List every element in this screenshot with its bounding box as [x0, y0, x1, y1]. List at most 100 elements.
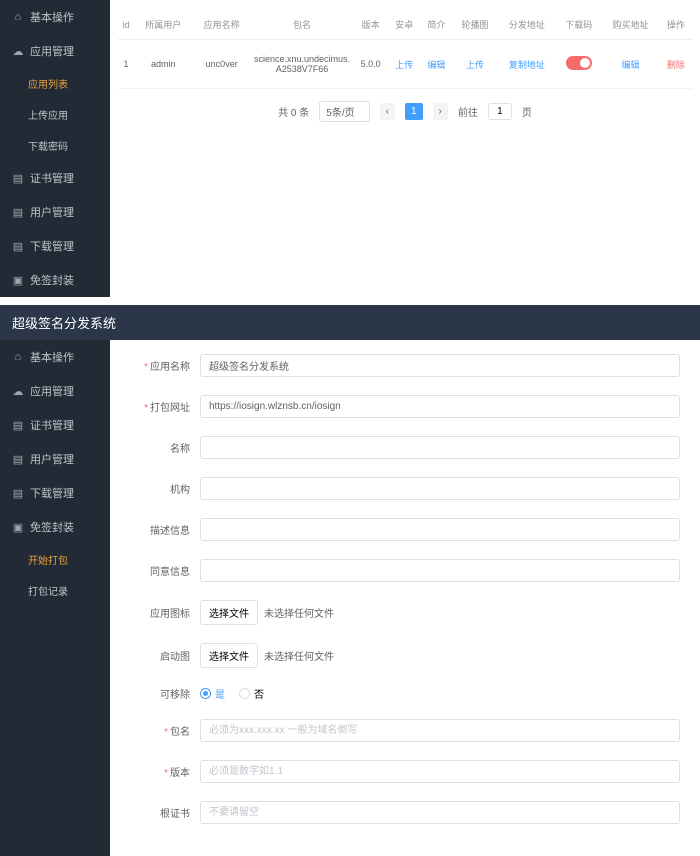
user-icon: ▤ [12, 206, 24, 218]
radio-yes[interactable]: 是 [200, 686, 225, 701]
sidebar-label: 用户管理 [30, 204, 74, 220]
lbl-cert: 根证书 [160, 809, 190, 820]
th-name: 应用名称 [192, 10, 250, 40]
link-delete[interactable]: 删除 [667, 60, 685, 70]
input-cert[interactable] [200, 801, 680, 824]
cert-icon: ▤ [12, 419, 24, 431]
pager-next[interactable]: › [433, 103, 448, 120]
sidebar-item-basic[interactable]: ⌂ 基本操作 [0, 0, 110, 34]
th-android: 安卓 [388, 10, 420, 40]
lbl-removable: 可移除 [160, 690, 190, 701]
file-text-launch: 未选择任何文件 [264, 648, 334, 663]
sidebar-item-cert[interactable]: ▤ 证书管理 [0, 161, 110, 195]
app-table: id 所属用户 应用名称 包名 版本 安卓 简介 轮播图 分发地址 下载码 购买… [118, 10, 692, 89]
sidebar-sub-startpack[interactable]: 开始打包 [0, 544, 110, 575]
pagination: 共 0 条 5条/页 ‹ 1 › 前往 页 [118, 89, 692, 134]
package-icon: ▣ [12, 521, 24, 533]
sidebar-item-apps[interactable]: ☁ 应用管理 [0, 374, 110, 408]
input-pkgname[interactable] [200, 719, 680, 742]
cell-user: admin [134, 40, 192, 89]
cert-icon: ▤ [12, 172, 24, 184]
sidebar-label: 证书管理 [30, 170, 74, 186]
lbl-launch: 启动图 [160, 652, 190, 663]
lbl-packurl: 打包网址 [150, 403, 190, 414]
sidebar-item-cert[interactable]: ▤ 证书管理 [0, 408, 110, 442]
cell-pkg: science.xnu.undecimus.A2538V7F66 [251, 40, 353, 89]
link-copy-dist[interactable]: 复制地址 [509, 60, 545, 70]
sidebar-sub-dlpwd[interactable]: 下载密码 [0, 130, 110, 161]
sidebar-item-user[interactable]: ▤ 用户管理 [0, 195, 110, 229]
input-appname[interactable] [200, 354, 680, 377]
home-icon: ⌂ [12, 351, 24, 363]
sidebar-sub-packlog[interactable]: 打包记录 [0, 575, 110, 606]
sidebar-sub-upload[interactable]: 上传应用 [0, 99, 110, 130]
pager-goto-label: 前往 [458, 104, 478, 119]
input-org[interactable] [200, 477, 680, 500]
radio-no-label: 否 [254, 686, 264, 701]
pager-size-select[interactable]: 5条/页 [319, 101, 369, 122]
bottom-main: *应用名称 *打包网址 名称 机构 描述信息 同意信息 应用图标 选择文件 未选… [110, 340, 700, 856]
input-packurl[interactable] [200, 395, 680, 418]
user-icon: ▤ [12, 453, 24, 465]
radio-yes-label: 是 [215, 686, 225, 701]
sidebar-item-user[interactable]: ▤ 用户管理 [0, 442, 110, 476]
link-intro-edit[interactable]: 编辑 [427, 60, 445, 70]
pager-unit: 页 [522, 104, 532, 119]
link-android-upload[interactable]: 上传 [395, 60, 413, 70]
input-version[interactable] [200, 760, 680, 783]
input-consent[interactable] [200, 559, 680, 582]
file-text-icon: 未选择任何文件 [264, 605, 334, 620]
input-desc[interactable] [200, 518, 680, 541]
toggle-dlcode[interactable] [566, 56, 592, 70]
file-button-launch[interactable]: 选择文件 [200, 643, 258, 668]
lbl-consent: 同意信息 [150, 567, 190, 578]
pager-prev[interactable]: ‹ [380, 103, 395, 120]
pager-page-1[interactable]: 1 [405, 103, 423, 120]
top-main: id 所属用户 应用名称 包名 版本 安卓 简介 轮播图 分发地址 下载码 购买… [110, 0, 700, 297]
sidebar-sub-applist[interactable]: 应用列表 [0, 68, 110, 99]
cell-id: 1 [118, 40, 134, 89]
input-name[interactable] [200, 436, 680, 459]
top-app: ⌂ 基本操作 ☁ 应用管理 应用列表 上传应用 下载密码 ▤ 证书管理 ▤ 用户… [0, 0, 700, 297]
link-carousel-upload[interactable]: 上传 [466, 60, 484, 70]
th-carousel: 轮播图 [452, 10, 497, 40]
home-icon: ⌂ [12, 11, 24, 23]
sidebar-label: 免签封装 [30, 272, 74, 288]
sidebar-label: 免签封装 [30, 519, 74, 535]
file-button-icon[interactable]: 选择文件 [200, 600, 258, 625]
th-pkg: 包名 [251, 10, 353, 40]
sidebar-item-basic[interactable]: ⌂ 基本操作 [0, 340, 110, 374]
titlebar: 超级签名分发系统 [0, 305, 700, 340]
cloud-icon: ☁ [12, 385, 24, 397]
th-user: 所属用户 [134, 10, 192, 40]
cell-name: unc0ver [192, 40, 250, 89]
sidebar-item-download[interactable]: ▤ 下载管理 [0, 476, 110, 510]
sidebar-item-package[interactable]: ▣ 免签封装 [0, 510, 110, 544]
th-dlcode: 下载码 [556, 10, 601, 40]
radio-no[interactable]: 否 [239, 686, 264, 701]
sidebar-label: 基本操作 [30, 9, 74, 25]
package-icon: ▣ [12, 274, 24, 286]
th-dist: 分发地址 [498, 10, 556, 40]
sidebar-label: 下载管理 [30, 485, 74, 501]
sidebar-item-package[interactable]: ▣ 免签封装 [0, 263, 110, 297]
sidebar-label: 应用管理 [30, 383, 74, 399]
top-sidebar: ⌂ 基本操作 ☁ 应用管理 应用列表 上传应用 下载密码 ▤ 证书管理 ▤ 用户… [0, 0, 110, 297]
lbl-name: 名称 [170, 444, 190, 455]
table-row: 1 admin unc0ver science.xnu.undecimus.A2… [118, 40, 692, 89]
download-icon: ▤ [12, 487, 24, 499]
lbl-icon: 应用图标 [150, 609, 190, 620]
lbl-pkgname: 包名 [170, 727, 190, 738]
sidebar-label: 应用管理 [30, 43, 74, 59]
sidebar-label: 基本操作 [30, 349, 74, 365]
download-icon: ▤ [12, 240, 24, 252]
th-buy: 购买地址 [601, 10, 659, 40]
sidebar-label: 证书管理 [30, 417, 74, 433]
link-buy-edit[interactable]: 编辑 [622, 60, 640, 70]
sidebar-item-apps[interactable]: ☁ 应用管理 [0, 34, 110, 68]
cloud-icon: ☁ [12, 45, 24, 57]
pager-goto-input[interactable] [488, 103, 512, 120]
pager-total: 共 0 条 [278, 104, 309, 119]
sidebar-item-download[interactable]: ▤ 下载管理 [0, 229, 110, 263]
radio-dot-icon [200, 688, 211, 699]
